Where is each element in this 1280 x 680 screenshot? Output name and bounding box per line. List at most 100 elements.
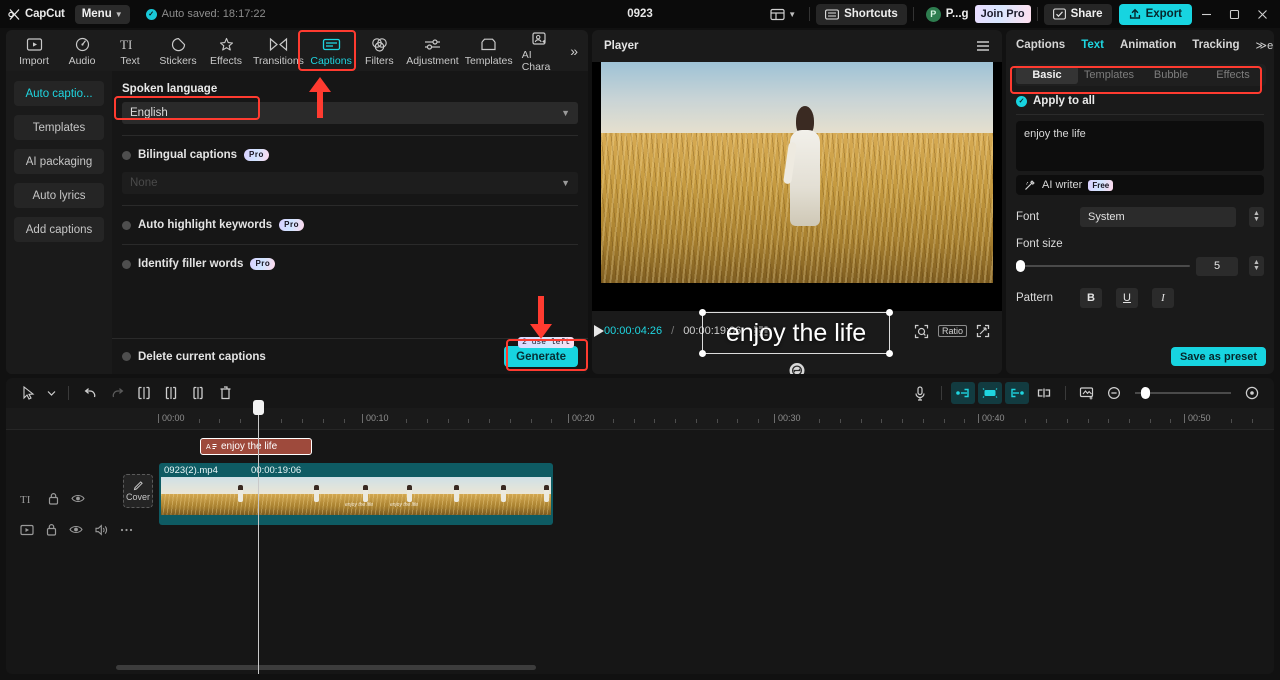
crop-icon[interactable] — [1075, 382, 1099, 404]
minimize-button[interactable] — [1192, 0, 1220, 28]
lock-icon[interactable] — [46, 523, 57, 536]
underline-button[interactable]: U — [1116, 288, 1138, 308]
resize-handle-tl[interactable] — [699, 309, 706, 316]
volume-icon[interactable] — [95, 523, 108, 536]
spoken-language-select[interactable]: English ▼ — [122, 102, 578, 124]
caption-overlay-box[interactable]: enjoy the life — [699, 309, 893, 357]
bold-button[interactable]: B — [1080, 288, 1102, 308]
tool-tab-text[interactable]: TI Text — [106, 34, 154, 69]
timeline-ruler[interactable]: 00:00 00:10 00:20 00:30 00:40 00:50 — [6, 408, 1274, 430]
microphone-icon[interactable] — [908, 382, 932, 404]
identify-filler-words-toggle[interactable] — [122, 259, 131, 269]
trim-left-icon[interactable] — [159, 382, 183, 404]
undo-icon[interactable] — [78, 382, 102, 404]
eye-icon[interactable] — [71, 493, 85, 504]
tab-tracking[interactable]: Tracking — [1192, 39, 1239, 51]
text-clip[interactable]: A enjoy the life — [200, 438, 312, 455]
chevron-down-icon[interactable] — [43, 382, 59, 404]
delete-current-captions-toggle[interactable] — [122, 352, 131, 361]
zoom-fit-icon[interactable] — [1240, 382, 1264, 404]
tool-tab-adjustment[interactable]: Adjustment — [403, 34, 461, 69]
save-as-preset-button[interactable]: Save as preset — [1170, 347, 1266, 366]
playhead[interactable] — [253, 400, 264, 674]
more-icon[interactable] — [120, 528, 133, 532]
scrollbar-thumb[interactable] — [116, 665, 536, 670]
layout-button[interactable]: ▼ — [763, 8, 803, 21]
timeline-zoom-slider[interactable] — [1135, 387, 1231, 399]
maximize-button[interactable] — [1220, 0, 1248, 28]
bilingual-captions-toggle[interactable] — [122, 150, 131, 160]
font-size-value[interactable]: 5 — [1196, 256, 1238, 276]
resize-handle-bl[interactable] — [699, 350, 706, 357]
caption-text-input[interactable]: enjoy the life — [1016, 121, 1264, 171]
checkbox-checked-icon[interactable]: ✓ — [1016, 95, 1027, 107]
shortcuts-button[interactable]: Shortcuts — [816, 3, 907, 25]
tool-tab-captions[interactable]: Captions — [307, 34, 355, 69]
mirror-icon[interactable] — [1032, 382, 1056, 404]
account-button[interactable]: P P...g — [920, 6, 975, 22]
snapshot-icon[interactable] — [914, 324, 929, 339]
ratio-button[interactable]: Ratio — [937, 325, 967, 337]
sidebar-item-auto-captions[interactable]: Auto captio... — [14, 81, 104, 106]
identify-filler-words-row[interactable]: Identify filler words Pro — [122, 256, 578, 272]
keyframe-in-icon[interactable] — [951, 382, 975, 404]
export-button[interactable]: Export — [1118, 3, 1192, 25]
tab-captions[interactable]: Captions — [1016, 39, 1065, 51]
video-clip[interactable]: 0923(2).mp4 00:00:19:06 enjoy the life e… — [159, 463, 553, 525]
trim-right-icon[interactable] — [186, 382, 210, 404]
resize-handle-br[interactable] — [886, 350, 893, 357]
font-size-stepper[interactable]: ▲ ▼ — [1249, 256, 1264, 276]
auto-enhance-icon[interactable] — [978, 382, 1002, 404]
cursor-select-icon[interactable] — [16, 382, 40, 404]
eye-icon[interactable] — [69, 524, 83, 535]
cover-button[interactable]: Cover — [123, 474, 153, 508]
ai-writer-button[interactable]: AI writer Free — [1016, 175, 1264, 195]
resize-handle-tr[interactable] — [886, 309, 893, 316]
sidebar-item-templates[interactable]: Templates — [14, 115, 104, 140]
tool-tab-transitions[interactable]: Transitions — [250, 34, 307, 69]
tool-tab-audio[interactable]: Audio — [58, 34, 106, 69]
font-size-slider[interactable] — [1016, 260, 1190, 272]
auto-highlight-keywords-toggle[interactable] — [122, 220, 131, 230]
tool-tab-import[interactable]: Import — [10, 34, 58, 69]
keyframe-out-icon[interactable] — [1005, 382, 1029, 404]
rotate-icon[interactable] — [789, 363, 805, 374]
segment-basic[interactable]: Basic — [1016, 66, 1078, 84]
slider-knob[interactable] — [1016, 260, 1025, 272]
slider-knob[interactable] — [1141, 387, 1150, 399]
segment-templates[interactable]: Templates — [1078, 66, 1140, 84]
fullscreen-icon[interactable] — [976, 324, 990, 338]
bilingual-captions-row[interactable]: Bilingual captions Pro — [122, 147, 578, 163]
tool-tab-templates[interactable]: Templates — [462, 34, 516, 69]
tool-tab-effects[interactable]: Effects — [202, 34, 250, 69]
segment-bubble[interactable]: Bubble — [1140, 66, 1202, 84]
share-button[interactable]: Share — [1043, 3, 1112, 25]
zoom-out-icon[interactable] — [1102, 382, 1126, 404]
tool-tab-stickers[interactable]: Stickers — [154, 34, 202, 69]
delete-current-captions-row[interactable]: Delete current captions — [122, 349, 266, 365]
apply-to-all-row[interactable]: ✓ Apply to all — [1006, 86, 1274, 114]
generate-button[interactable]: Generate — [504, 346, 578, 367]
font-stepper[interactable]: ▲ ▼ — [1249, 207, 1264, 227]
split-icon[interactable] — [132, 382, 156, 404]
right-panel-tabs-overflow-button[interactable]: ≫e — [1256, 39, 1274, 52]
sidebar-item-auto-lyrics[interactable]: Auto lyrics — [14, 183, 104, 208]
playhead-knob[interactable] — [253, 400, 264, 415]
timeline-scrollbar[interactable] — [116, 665, 1266, 670]
auto-highlight-keywords-row[interactable]: Auto highlight keywords Pro — [122, 217, 578, 233]
tab-animation[interactable]: Animation — [1120, 39, 1176, 51]
bilingual-language-select[interactable]: None ▼ — [122, 172, 578, 194]
segment-effects[interactable]: Effects — [1202, 66, 1264, 84]
italic-button[interactable]: I — [1152, 288, 1174, 308]
close-button[interactable] — [1248, 0, 1276, 28]
tool-tab-ai-character[interactable]: AI Chara — [516, 28, 564, 75]
sidebar-item-ai-packaging[interactable]: AI packaging — [14, 149, 104, 174]
lock-icon[interactable] — [48, 492, 59, 505]
sidebar-item-add-captions[interactable]: Add captions — [14, 217, 104, 242]
tab-text[interactable]: Text — [1081, 39, 1104, 51]
redo-icon[interactable] — [105, 382, 129, 404]
hamburger-icon[interactable] — [976, 40, 990, 52]
delete-icon[interactable] — [213, 382, 237, 404]
tool-tabs-overflow-button[interactable]: » — [564, 43, 584, 59]
join-pro-button[interactable]: Join Pro — [974, 5, 1031, 23]
